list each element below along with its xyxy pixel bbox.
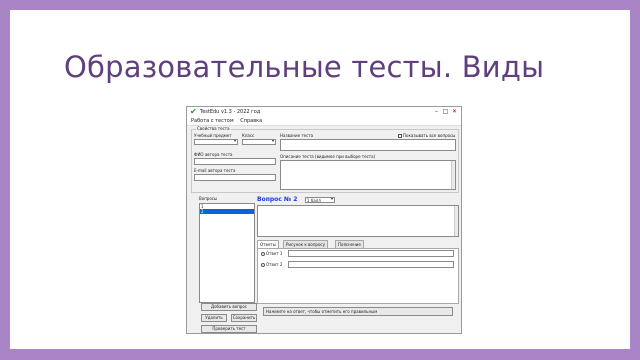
test-name-label: Название теста — [280, 133, 314, 138]
save-button[interactable]: Сохранить — [231, 314, 257, 322]
questions-panel: Вопросы 1 2 — [191, 195, 257, 303]
author-fio-label: ФИО автора теста — [194, 152, 233, 157]
answers-tab-body: Ответ 1 Ответ 2 — [257, 248, 459, 304]
question-header: Вопрос № 2 — [257, 196, 298, 203]
menu-item-help[interactable]: Справка — [240, 118, 262, 124]
answer-2-radio[interactable]: Ответ 2 — [261, 262, 282, 267]
question-type-select[interactable]: 1 балл ▾ — [305, 196, 335, 203]
question-type-value: 1 балл — [307, 198, 321, 203]
window-controls: – □ ✕ — [432, 107, 459, 117]
questions-label: Вопросы — [199, 196, 218, 201]
test-desc-input[interactable] — [280, 160, 456, 190]
status-bar: Нажмите на ответ, чтобы отметить его пра… — [263, 307, 453, 316]
scrollbar[interactable] — [451, 161, 455, 189]
chevron-down-icon: ▾ — [271, 138, 274, 143]
questions-list[interactable]: 1 2 — [199, 203, 255, 303]
answer-2-input[interactable] — [288, 261, 454, 268]
answer-1-radio[interactable]: Ответ 1 — [261, 251, 282, 256]
chevron-down-icon: ▾ — [233, 138, 236, 143]
test-desc-label: Описание теста (видимое при выборе теста… — [280, 154, 376, 159]
list-item[interactable]: 2 — [200, 209, 254, 214]
window-title: TestEdu v1.3 - 2022 год — [200, 109, 261, 115]
chevron-down-icon: ▾ — [330, 196, 333, 201]
test-check-button[interactable]: Проверить тест — [201, 325, 257, 333]
tab-picture[interactable]: Рисунок к вопросу — [283, 240, 328, 248]
menu-item-test[interactable]: Работа с тестом — [191, 118, 234, 124]
test-name-input[interactable] — [280, 139, 456, 151]
question-text-input[interactable] — [257, 205, 459, 237]
subject-select[interactable]: ▾ — [194, 138, 238, 145]
add-question-button[interactable]: Добавить вопрос — [201, 303, 257, 311]
answer-2-label: Ответ 2 — [266, 262, 283, 267]
tab-explanation[interactable]: Пояснение — [335, 240, 364, 248]
title-bar: ✔ TestEdu v1.3 - 2022 год – □ ✕ — [187, 107, 461, 117]
test-properties-group: Свойства теста Учебный предмет ▾ Класс ▾… — [191, 126, 459, 193]
checkbox-icon — [398, 134, 402, 138]
maximize-icon[interactable]: □ — [441, 107, 450, 117]
class-select[interactable]: ▾ — [242, 138, 276, 145]
subject-label: Учебный предмет — [194, 133, 232, 138]
slide-title: Образовательные тесты. Виды — [64, 50, 545, 84]
answer-1-label: Ответ 1 — [266, 251, 283, 256]
author-fio-input[interactable] — [194, 158, 276, 165]
delete-button[interactable]: Удалить — [201, 314, 227, 322]
tab-answers[interactable]: Ответы — [257, 240, 279, 248]
checkmark-app-icon: ✔ — [190, 107, 197, 116]
radio-icon — [261, 263, 265, 267]
class-label: Класс — [242, 133, 255, 138]
author-email-label: E-mail автора теста — [194, 168, 236, 173]
answer-1-input[interactable] — [288, 250, 454, 257]
radio-icon — [261, 252, 265, 256]
show-all-checkbox[interactable]: Показывать все вопросы — [398, 133, 455, 138]
minimize-icon[interactable]: – — [432, 107, 441, 117]
show-all-label: Показывать все вопросы — [403, 133, 456, 138]
app-window: ✔ TestEdu v1.3 - 2022 год – □ ✕ Работа с т… — [186, 106, 462, 334]
close-icon[interactable]: ✕ — [450, 107, 459, 117]
author-email-input[interactable] — [194, 174, 276, 181]
menu-bar: Работа с тестом Справка — [187, 117, 461, 126]
group-caption: Свойства теста — [196, 126, 231, 131]
slide: Образовательные тесты. Виды ✔ TestEdu v1… — [10, 10, 630, 349]
scrollbar[interactable] — [454, 206, 458, 236]
